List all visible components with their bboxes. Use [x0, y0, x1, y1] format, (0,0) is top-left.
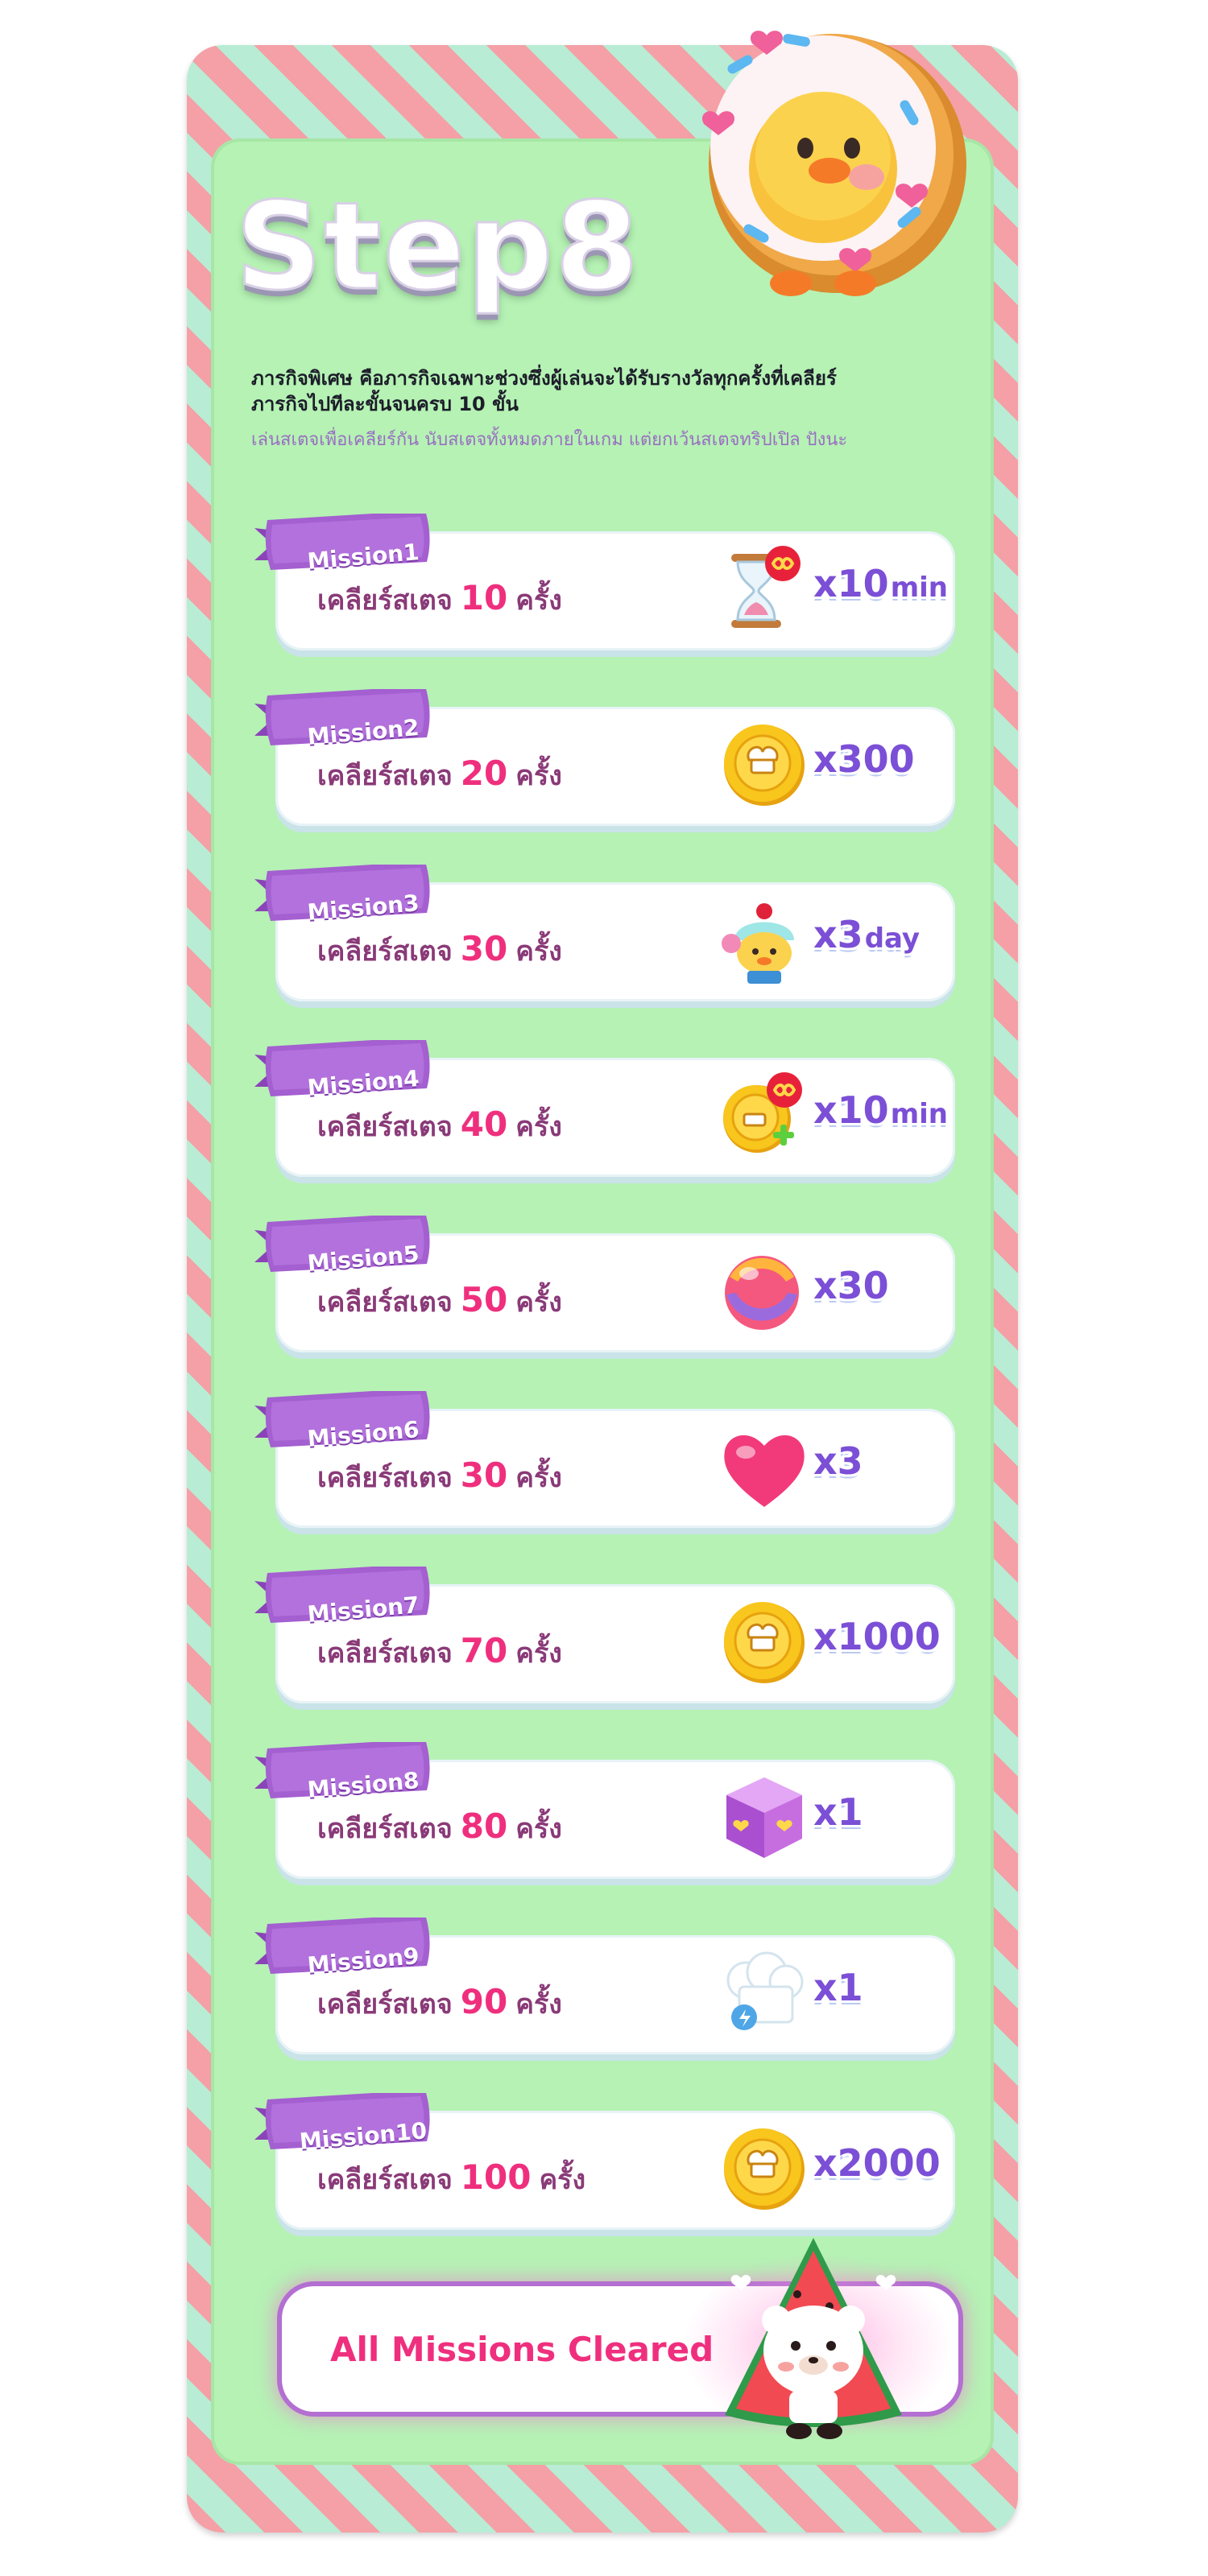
- requirement-count: 90: [460, 1982, 508, 2021]
- reward-amount: x1: [813, 1966, 865, 2022]
- mission-card-7[interactable]: Mission7 เคลียร์สเตจ 70 ครั้ง x1000: [254, 1567, 955, 1703]
- reward-quantity: x10: [813, 562, 889, 605]
- chef-hat-icon: [726, 1951, 804, 2030]
- reward-quantity: x30: [813, 1264, 889, 1307]
- mission-card-4[interactable]: Mission4 เคลียร์สเตจ 40 ครั้ง x10 min: [254, 1040, 955, 1177]
- reward-amount: x10 min: [813, 562, 948, 618]
- requirement-count: 40: [460, 1104, 508, 1144]
- step-title: Step8: [234, 177, 641, 317]
- requirement-suffix: ครั้ง: [515, 584, 562, 617]
- mission-description: ภารกิจพิเศษ คือภารกิจเฉพาะช่วงซึ่งผู้เล่…: [251, 367, 837, 415]
- mystery-box-icon: [726, 1777, 802, 1858]
- requirement-prefix: เคลียร์สเตจ: [317, 760, 453, 792]
- requirement-suffix: ครั้ง: [515, 935, 562, 968]
- mission-requirement: เคลียร์สเตจ 20 ครั้ง: [317, 753, 562, 805]
- requirement-prefix: เคลียร์สเตจ: [317, 1988, 453, 2021]
- requirement-count: 30: [460, 1455, 508, 1495]
- reward-amount: x1: [813, 1790, 865, 1847]
- all-missions-cleared-label: All Missions Cleared: [330, 2329, 714, 2369]
- requirement-count: 70: [460, 1631, 508, 1670]
- requirement-prefix: เคลียร์สเตจ: [317, 584, 453, 617]
- reward-amount: x3: [813, 1439, 865, 1496]
- reward-unit: min: [890, 1098, 948, 1130]
- requirement-suffix: ครั้ง: [515, 1637, 562, 1670]
- mission-card-10[interactable]: Mission10 เคลียร์สเตจ 100 ครั้ง x2000: [254, 2093, 955, 2230]
- reward-quantity: x1: [813, 1790, 863, 1834]
- reward-amount: x30: [813, 1264, 891, 1320]
- reward-quantity: x1: [813, 1966, 863, 2009]
- reward-quantity: x300: [813, 737, 915, 781]
- requirement-prefix: เคลียร์สเตจ: [317, 1462, 453, 1494]
- reward-unit: min: [890, 572, 948, 604]
- mission-requirement: เคลียร์สเตจ 50 ครั้ง: [317, 1280, 562, 1331]
- requirement-count: 10: [460, 578, 508, 617]
- mission-card-3[interactable]: Mission3 เคลียร์สเตจ 30 ครั้ง x3 day: [254, 865, 955, 1001]
- requirement-count: 30: [460, 929, 508, 968]
- watermelon-bear-character-icon: [725, 2238, 902, 2439]
- all-missions-cleared-card[interactable]: All Missions Cleared: [282, 2238, 958, 2439]
- infinite-coin-boost-icon: [723, 1072, 802, 1153]
- requirement-count: 20: [460, 753, 508, 793]
- requirement-suffix: ครั้ง: [515, 760, 562, 792]
- candy-ball-icon: [725, 1256, 799, 1330]
- donut-duck-mascot-icon: [701, 31, 966, 296]
- requirement-suffix: ครั้ง: [515, 1111, 562, 1143]
- gold-coin-icon: [724, 1602, 805, 1683]
- mission-requirement: เคลียร์สเตจ 30 ครั้ง: [317, 1455, 562, 1507]
- requirement-count: 50: [460, 1280, 508, 1319]
- mission-requirement: เคลียร์สเตจ 30 ครั้ง: [317, 929, 562, 980]
- reward-amount: x10 min: [813, 1088, 948, 1145]
- requirement-prefix: เคลียร์สเตจ: [317, 935, 453, 968]
- mission-requirement: เคลียร์สเตจ 10 ครั้ง: [317, 578, 562, 630]
- mission-requirement: เคลียร์สเตจ 70 ครั้ง: [317, 1631, 562, 1682]
- gold-coin-icon: [724, 724, 805, 806]
- requirement-count: 100: [460, 2157, 532, 2197]
- mission-note: เล่นสเตจเพื่อเคลียร์กัน นับสเตจทั้งหมดภา…: [251, 430, 848, 450]
- mission-card-9[interactable]: Mission9 เคลียร์สเตจ 90 ครั้ง x1: [254, 1918, 955, 2054]
- mission-card-1[interactable]: Mission1 เคลียร์สเตจ 10 ครั้ง x10 min: [254, 514, 955, 650]
- mission-requirement: เคลียร์สเตจ 80 ครั้ง: [317, 1806, 562, 1858]
- cupcake-character-icon: [722, 903, 794, 984]
- mission-requirement: เคลียร์สเตจ 100 ครั้ง: [317, 2157, 585, 2209]
- requirement-prefix: เคลียร์สเตจ: [317, 2164, 453, 2196]
- requirement-count: 80: [460, 1806, 508, 1846]
- requirement-prefix: เคลียร์สเตจ: [317, 1813, 453, 1845]
- reward-quantity: x10: [813, 1088, 889, 1132]
- requirement-suffix: ครั้ง: [539, 2164, 586, 2196]
- reward-quantity: x2000: [813, 2141, 941, 2185]
- reward-quantity: x1000: [813, 1615, 941, 1658]
- reward-amount: x2000: [813, 2141, 942, 2198]
- requirement-prefix: เคลียร์สเตจ: [317, 1637, 453, 1670]
- requirement-suffix: ครั้ง: [515, 1286, 562, 1319]
- mission-card-6[interactable]: Mission6 เคลียร์สเตจ 30 ครั้ง x3: [254, 1391, 955, 1528]
- requirement-suffix: ครั้ง: [515, 1988, 562, 2021]
- mission-card-5[interactable]: Mission5 เคลียร์สเตจ 50 ครั้ง x30: [254, 1216, 955, 1352]
- reward-unit: day: [864, 923, 920, 955]
- requirement-suffix: ครั้ง: [515, 1813, 562, 1845]
- mission-card-2[interactable]: Mission2 เคลียร์สเตจ 20 ครั้ง x300: [254, 689, 955, 826]
- heart-icon: [724, 1435, 805, 1507]
- mission-card-8[interactable]: Mission8 เคลียร์สเตจ 80 ครั้ง x1: [254, 1742, 955, 1879]
- reward-amount: x3 day: [813, 913, 920, 969]
- mission-requirement: เคลียร์สเตจ 90 ครั้ง: [317, 1982, 562, 2033]
- requirement-prefix: เคลียร์สเตจ: [317, 1286, 453, 1319]
- reward-amount: x1000: [813, 1615, 942, 1671]
- reward-amount: x300: [813, 737, 916, 794]
- infinite-time-hourglass-icon: [731, 546, 801, 628]
- requirement-prefix: เคลียร์สเตจ: [317, 1111, 453, 1143]
- reward-quantity: x3: [813, 1439, 863, 1483]
- mission-requirement: เคลียร์สเตจ 40 ครั้ง: [317, 1104, 562, 1156]
- reward-quantity: x3: [813, 913, 863, 956]
- requirement-suffix: ครั้ง: [515, 1462, 562, 1494]
- gold-coin-icon: [724, 2128, 805, 2210]
